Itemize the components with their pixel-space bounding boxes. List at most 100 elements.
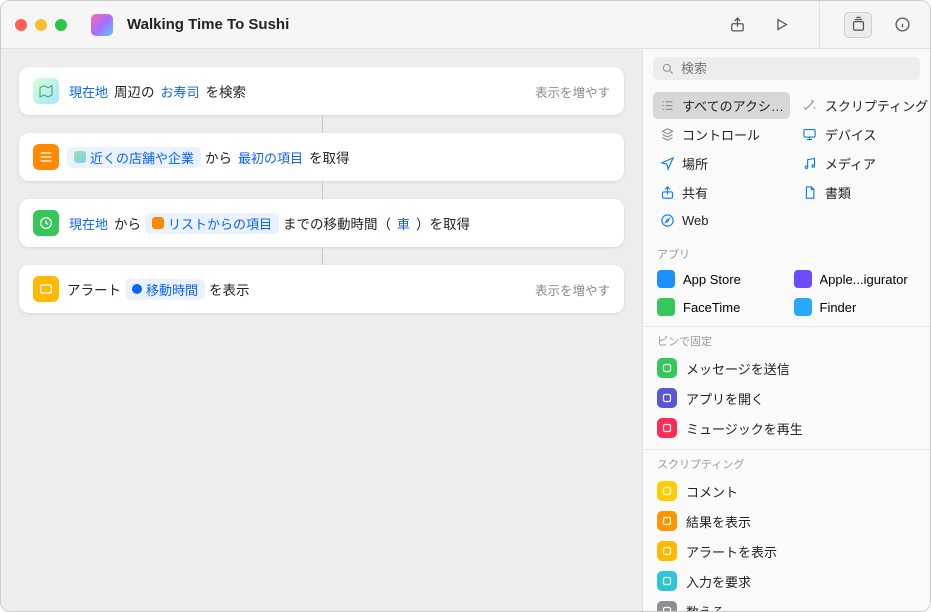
category-item[interactable]: コントロール (653, 121, 790, 148)
action-token[interactable]: リストからの項目 (145, 213, 279, 234)
action-text-segment: から (114, 213, 141, 233)
category-label: 場所 (682, 154, 708, 173)
connector (322, 247, 323, 265)
action-text: 現在地周辺のお寿司を検索 (67, 81, 246, 102)
action-list-item[interactable]: 結果を表示 (649, 506, 924, 536)
traffic-lights (15, 19, 67, 31)
app-item[interactable]: Finder (790, 294, 921, 320)
action-list: コメント結果を表示アラートを表示入力を要求数えるメニューから選択 (643, 474, 930, 611)
maps-token-icon (74, 151, 86, 163)
action-card[interactable]: 現在地周辺のお寿司を検索 表示を増やす (19, 67, 624, 115)
action-list-item[interactable]: アラートを表示 (649, 536, 924, 566)
action-token[interactable]: 現在地 (67, 213, 110, 234)
token-label: リストからの項目 (168, 214, 272, 233)
run-button[interactable] (767, 12, 795, 38)
token-label: 移動時間 (146, 280, 198, 299)
category-item[interactable]: すべてのアクシ… (653, 92, 790, 119)
action-text: 現在地からリストからの項目までの移動時間（車）を取得 (67, 213, 470, 234)
titlebar: Walking Time To Sushi (1, 1, 930, 49)
expand-button[interactable]: 表示を増やす (525, 82, 610, 101)
yellow-action-icon (33, 276, 59, 302)
action-list-label: 入力を要求 (686, 572, 751, 591)
orange-token-icon (152, 217, 164, 229)
section-header: アプリ (643, 240, 930, 264)
action-text-segment: アラート (67, 279, 121, 299)
action-list: メッセージを送信アプリを開くミュージックを再生 (643, 351, 930, 449)
music-icon (802, 156, 818, 172)
list-icon (659, 98, 675, 114)
expand-button[interactable]: 表示を増やす (525, 280, 610, 299)
app-icon (657, 270, 675, 288)
action-token[interactable]: 移動時間 (125, 279, 205, 300)
app-item[interactable]: FaceTime (653, 294, 784, 320)
action-list-label: コメント (686, 482, 738, 501)
token-label: 近くの店舗や企業 (90, 148, 194, 167)
maximize-button[interactable] (55, 19, 67, 31)
action-text-segment: から (205, 147, 232, 167)
action-text: アラート移動時間を表示 (67, 279, 250, 300)
action-list-icon (657, 541, 677, 561)
library-button[interactable] (844, 12, 872, 38)
category-item[interactable]: スクリプティング (796, 92, 930, 119)
action-list-label: 数える (686, 602, 725, 612)
app-item[interactable]: App Store (653, 266, 784, 292)
category-label: 共有 (682, 183, 708, 202)
action-card[interactable]: 現在地からリストからの項目までの移動時間（車）を取得 (19, 199, 624, 247)
action-list-item[interactable]: メッセージを送信 (649, 353, 924, 383)
category-label: 書類 (825, 183, 851, 202)
workflow-canvas[interactable]: 現在地周辺のお寿司を検索表示を増やす近くの店舗や企業から最初の項目を取得現在地か… (1, 49, 642, 611)
action-card[interactable]: アラート移動時間を表示表示を増やす (19, 265, 624, 313)
info-button[interactable] (888, 12, 916, 38)
app-icon (794, 270, 812, 288)
search-icon (661, 62, 675, 76)
category-label: Web (682, 213, 709, 228)
search-field[interactable] (653, 57, 920, 80)
titlebar-divider (819, 1, 820, 49)
action-token[interactable]: お寿司 (159, 81, 202, 102)
action-list-item[interactable]: コメント (649, 476, 924, 506)
category-item[interactable]: 共有 (653, 179, 790, 206)
category-label: コントロール (682, 125, 760, 144)
action-list-label: アプリを開く (686, 389, 764, 408)
orange-action-icon (33, 144, 59, 170)
action-token[interactable]: 現在地 (67, 81, 110, 102)
action-token[interactable]: 車 (395, 213, 412, 234)
app-icon (657, 298, 675, 316)
sidebar-scroll[interactable]: すべてのアクシ… スクリプティングコントロール デバイス場所 メディア共有 書類 Web ア… (643, 88, 930, 611)
maps-action-icon (33, 78, 59, 104)
close-button[interactable] (15, 19, 27, 31)
category-grid: すべてのアクシ… スクリプティングコントロール デバイス場所 メディア共有 書類 Web (643, 88, 930, 240)
category-item[interactable]: メディア (796, 150, 930, 177)
app-item[interactable]: Apple...igurator (790, 266, 921, 292)
action-list-icon (657, 571, 677, 591)
action-list-item[interactable]: アプリを開く (649, 383, 924, 413)
category-label: すべてのアクシ… (682, 96, 784, 115)
category-item[interactable]: Web (653, 208, 790, 232)
action-card[interactable]: 近くの店舗や企業から最初の項目を取得 (19, 133, 624, 181)
category-item[interactable]: デバイス (796, 121, 930, 148)
connector (322, 181, 323, 199)
share-icon (659, 185, 675, 201)
category-label: スクリプティング (825, 96, 928, 115)
shortcut-icon (91, 14, 113, 36)
category-item[interactable]: 場所 (653, 150, 790, 177)
token-label: 車 (397, 214, 410, 233)
category-label: デバイス (825, 125, 877, 144)
action-token[interactable]: 近くの店舗や企業 (67, 147, 201, 168)
action-list-item[interactable]: 数える (649, 596, 924, 611)
minimize-button[interactable] (35, 19, 47, 31)
share-button[interactable] (723, 12, 751, 38)
action-text: 近くの店舗や企業から最初の項目を取得 (67, 147, 350, 168)
action-text-segment: を取得 (309, 147, 350, 167)
action-token[interactable]: 最初の項目 (236, 147, 305, 168)
search-input[interactable] (681, 61, 912, 76)
category-item[interactable]: 書類 (796, 179, 930, 206)
token-label: 最初の項目 (238, 148, 303, 167)
action-text-segment: 周辺の (114, 81, 155, 101)
stack-icon (659, 127, 675, 143)
wand-icon (802, 98, 818, 114)
action-list-icon (657, 601, 677, 611)
action-list-icon (657, 388, 677, 408)
action-list-item[interactable]: ミュージックを再生 (649, 413, 924, 443)
action-list-item[interactable]: 入力を要求 (649, 566, 924, 596)
